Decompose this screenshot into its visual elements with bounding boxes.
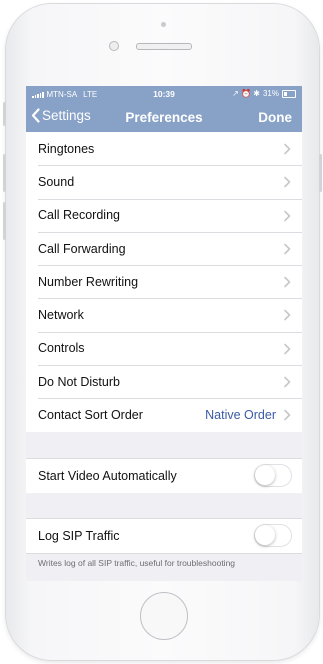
settings-row[interactable]: Contact Sort Order Native Order (26, 398, 302, 432)
row-label: Ringtones (38, 141, 95, 156)
row-label: Contact Sort Order (38, 408, 143, 423)
section-gap (26, 433, 302, 458)
settings-list: Ringtones Sound Call Recording Call Forward… (26, 132, 302, 432)
power-button (319, 154, 322, 192)
status-bar: MTN-SA LTE 10:39 ↗ ⏰ ✱ 31% (26, 86, 302, 102)
settings-row[interactable]: Call Forwarding (26, 231, 302, 266)
row-label: Number Rewriting (38, 274, 139, 289)
settings-row[interactable]: Network (26, 298, 302, 332)
log-sip-toggle[interactable] (254, 524, 292, 547)
settings-row[interactable]: Controls (26, 331, 302, 366)
row-label: Do Not Disturb (38, 374, 120, 389)
row-value: Native Order (205, 408, 276, 423)
chevron-right-icon (284, 376, 291, 388)
row-label: Call Forwarding (38, 241, 126, 256)
settings-row[interactable]: Do Not Disturb (26, 365, 302, 399)
battery-percent: 31% (262, 89, 279, 98)
battery-icon (282, 89, 296, 98)
chevron-right-icon (284, 210, 291, 221)
chevron-right-icon (284, 310, 291, 321)
settings-row[interactable]: Call Recording (26, 198, 302, 232)
volume-down-button (3, 202, 6, 240)
section-gap (26, 493, 302, 518)
front-camera (109, 41, 119, 51)
proximity-sensor (161, 22, 166, 27)
row-label: Controls (38, 341, 85, 356)
log-sip-row[interactable]: Log SIP Traffic (26, 518, 302, 554)
done-button[interactable]: Done (258, 110, 292, 125)
navigation-bar: Settings Preferences Done (26, 102, 302, 132)
settings-row[interactable]: Number Rewriting (26, 265, 302, 299)
settings-row[interactable]: Ringtones (26, 132, 302, 166)
start-video-toggle[interactable] (254, 464, 292, 487)
mute-switch (3, 102, 6, 126)
chevron-right-icon (284, 143, 291, 155)
start-video-label: Start Video Automatically (38, 469, 177, 483)
chevron-right-icon (284, 176, 291, 188)
log-sip-footnote: Writes log of all SIP traffic, useful fo… (38, 558, 236, 568)
row-label: Call Recording (38, 208, 120, 223)
earpiece-speaker (136, 43, 192, 50)
settings-row[interactable]: Sound (26, 165, 302, 199)
toggle-knob (255, 465, 275, 485)
status-icons: ↗ ⏰ ✱ (232, 89, 260, 98)
row-label: Network (38, 308, 84, 323)
row-label: Sound (38, 174, 75, 189)
start-video-row[interactable]: Start Video Automatically (26, 458, 302, 494)
toggle-knob (255, 525, 275, 545)
status-right: ↗ ⏰ ✱ 31% (232, 89, 296, 98)
chevron-right-icon (284, 276, 291, 288)
chevron-right-icon (284, 343, 291, 355)
home-button[interactable] (140, 592, 188, 640)
screen: MTN-SA LTE 10:39 ↗ ⏰ ✱ 31% Settings Pref… (26, 86, 302, 581)
volume-up-button (3, 154, 6, 192)
log-sip-label: Log SIP Traffic (38, 529, 120, 543)
chevron-right-icon (284, 243, 291, 255)
chevron-right-icon (284, 410, 291, 421)
